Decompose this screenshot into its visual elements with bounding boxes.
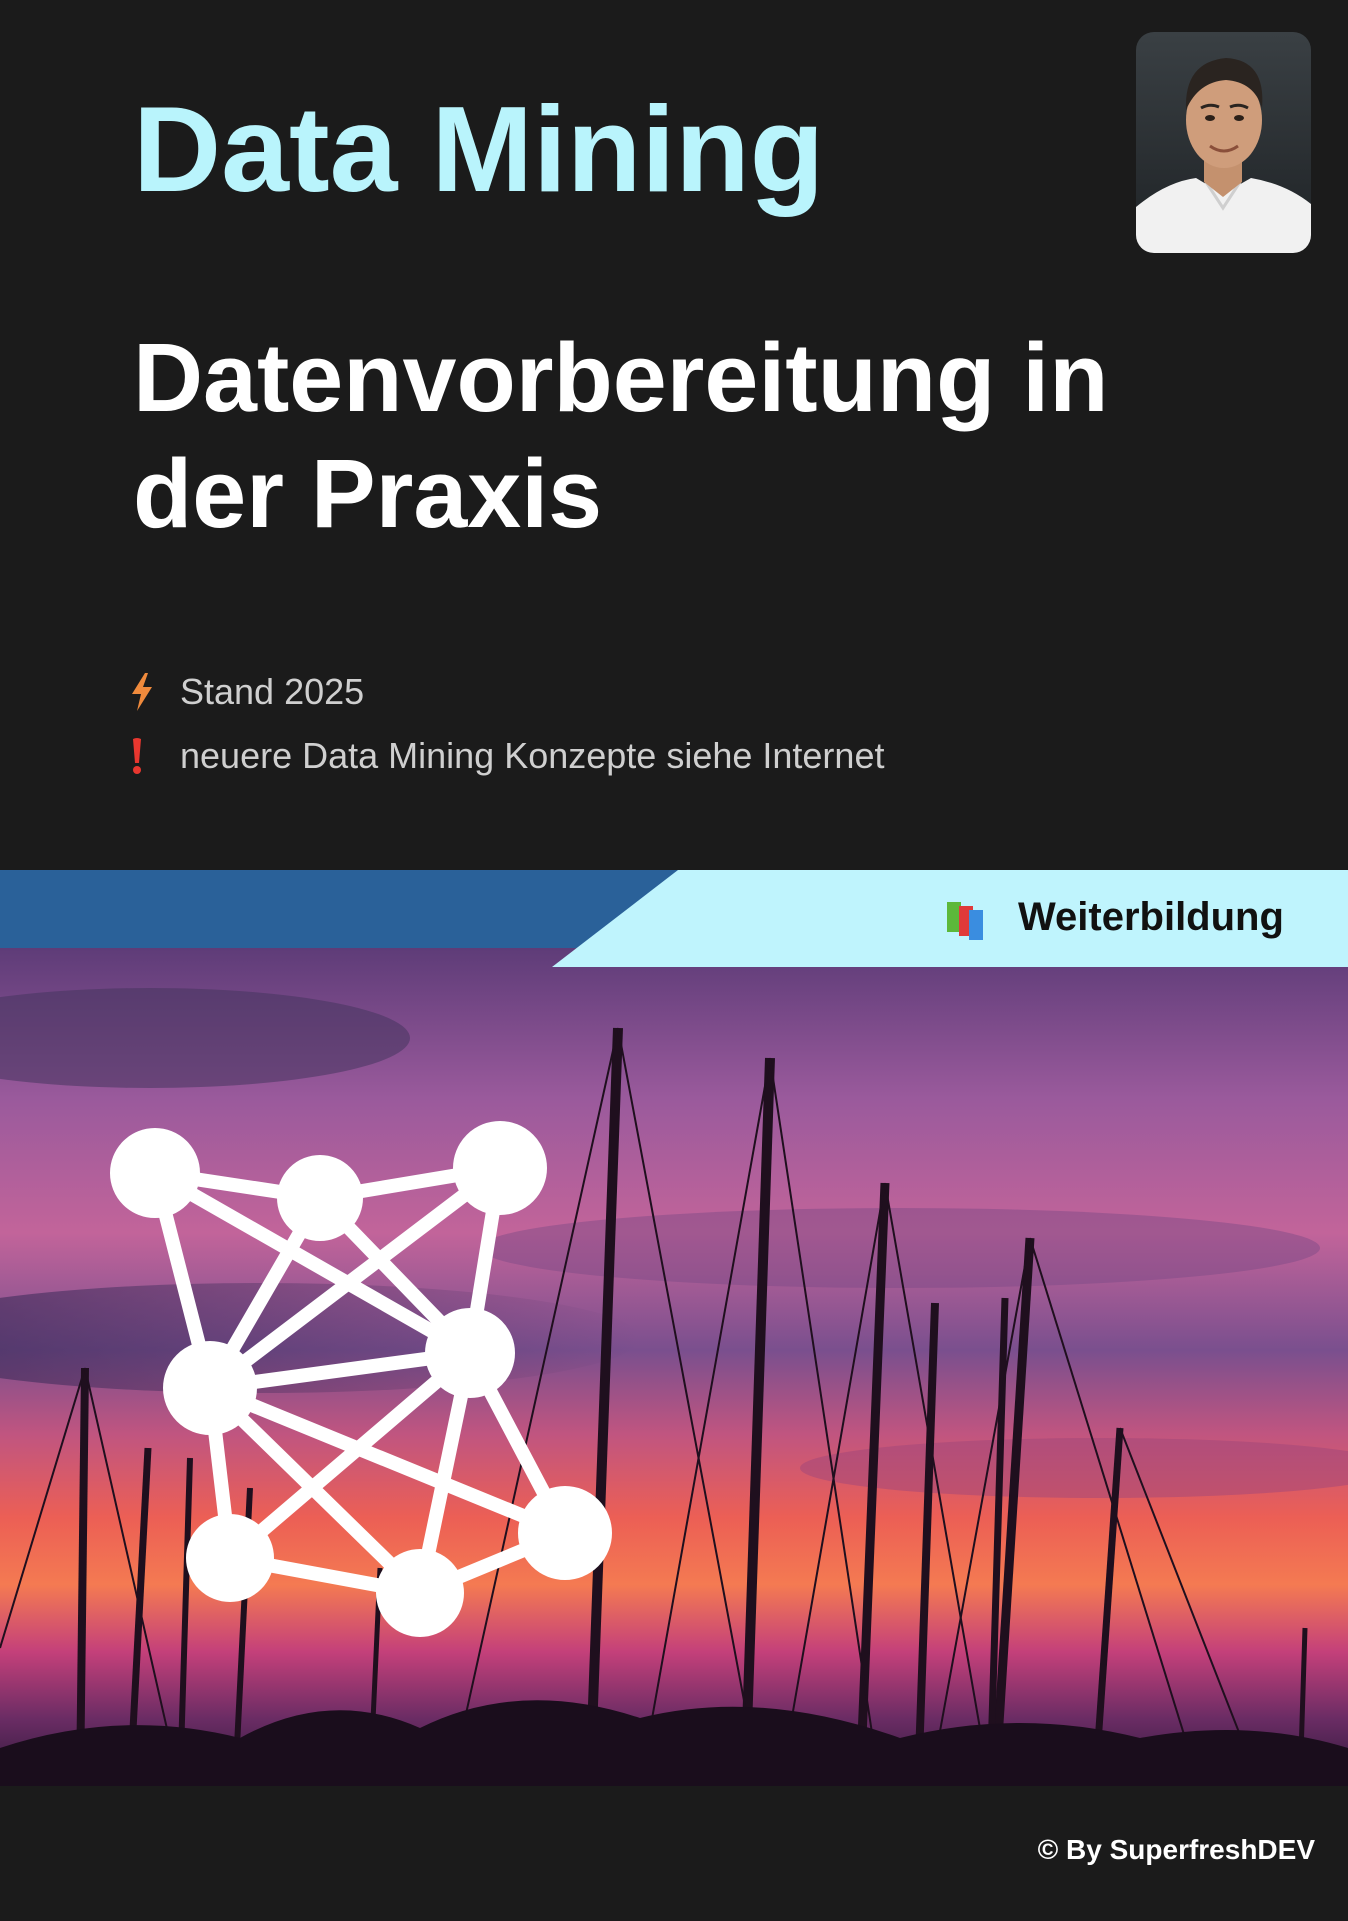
lightning-icon (130, 673, 180, 711)
cover-subtitle: Datenvorbereitung in der Praxis (133, 323, 1109, 548)
cover-page: Data Mining Datenvorbereitung in der Pra… (0, 0, 1348, 1921)
hero-image (0, 948, 1348, 1787)
notes-list: Stand 2025 neuere Data Mining Konzepte s… (130, 660, 884, 788)
note-item: neuere Data Mining Konzepte siehe Intern… (130, 724, 884, 788)
note-text: Stand 2025 (180, 671, 365, 712)
cover-title: Data Mining (133, 81, 825, 217)
exclamation-icon (130, 737, 180, 775)
author-photo (1136, 32, 1311, 253)
note-item: Stand 2025 (130, 660, 884, 724)
copyright-text: © By SuperfreshDEV (1037, 1834, 1315, 1865)
note-text: neuere Data Mining Konzepte siehe Intern… (180, 735, 885, 776)
books-icon (945, 900, 989, 940)
category-label: Weiterbildung (1018, 895, 1284, 939)
